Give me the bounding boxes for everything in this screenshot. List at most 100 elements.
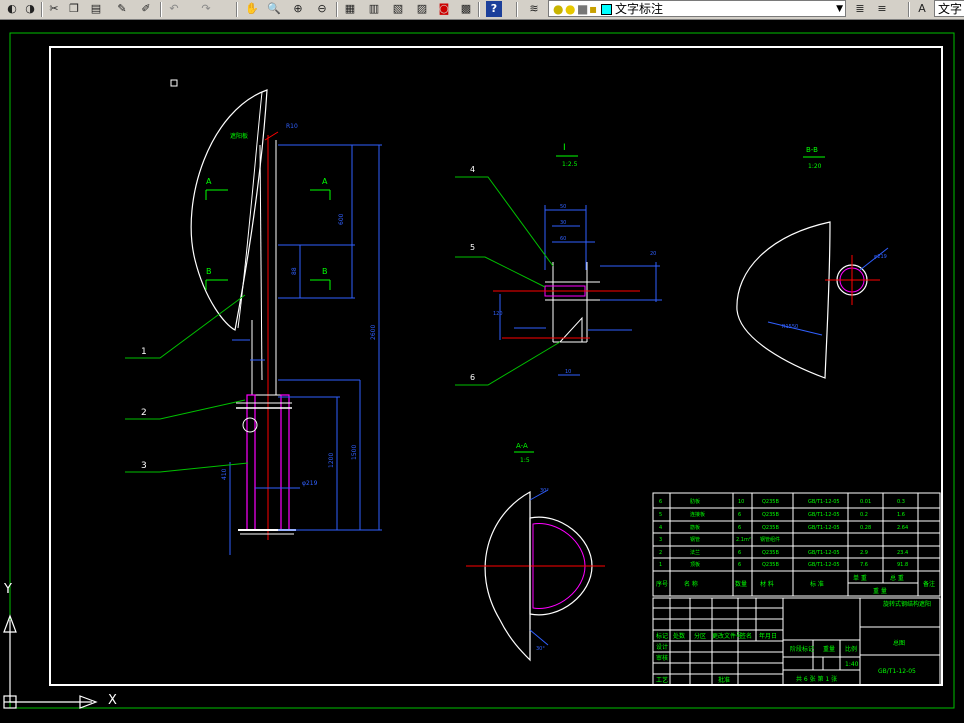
svg-text:总 重: 总 重	[890, 574, 904, 582]
svg-text:2600: 2600	[370, 325, 377, 340]
svg-text:A-A: A-A	[516, 442, 528, 450]
svg-text:法兰: 法兰	[690, 549, 700, 556]
svg-text:共 6 张 第 1 张: 共 6 张 第 1 张	[796, 675, 837, 683]
svg-text:R10: R10	[286, 123, 298, 130]
svg-text:更改文件号: 更改文件号	[712, 632, 742, 640]
markup-icon[interactable]: ◙	[436, 1, 452, 17]
svg-text:3: 3	[659, 537, 662, 543]
svg-text:2.64: 2.64	[897, 525, 908, 531]
redo-icon[interactable]: ↷	[198, 1, 214, 17]
brush-icon[interactable]: ✎	[114, 1, 130, 17]
svg-text:Q235B: Q235B	[762, 512, 779, 518]
zoom-realtime-icon[interactable]: 🔍	[266, 1, 282, 17]
model-space[interactable]: 遮阳板 600 2600 88 1500 1200 φ219 410 R10 A…	[0, 20, 964, 723]
layer-combo-value: 文字标注	[615, 2, 664, 16]
svg-text:0.2: 0.2	[860, 512, 868, 518]
svg-text:批准: 批准	[718, 676, 730, 684]
drawing-svg: 遮阳板 600 2600 88 1500 1200 φ219 410 R10 A…	[3, 32, 955, 709]
svg-text:设计: 设计	[656, 643, 668, 651]
svg-text:Q235B: Q235B	[762, 550, 779, 556]
calculator-icon[interactable]: ▩	[458, 1, 474, 17]
zoom-previous-icon[interactable]: ⊖	[314, 1, 330, 17]
layer-props-icon[interactable]: ≣	[852, 1, 868, 17]
ucs-x-label: X	[108, 693, 117, 708]
undo-icon[interactable]: ↶	[166, 1, 182, 17]
layer-prev-icon[interactable]: ≡	[874, 1, 890, 17]
svg-text:600: 600	[338, 213, 345, 225]
svg-text:分区: 分区	[694, 632, 706, 640]
svg-text:1: 1	[659, 562, 662, 568]
outer-frame	[9, 32, 955, 709]
svg-text:肋板: 肋板	[690, 498, 700, 505]
svg-text:顶板: 顶板	[690, 561, 700, 568]
bom-header: 序号 名 称 数量 材 料 标 准 单 重 总 重 备注 重 量	[656, 574, 935, 595]
svg-text:单 重: 单 重	[853, 574, 867, 582]
svg-text:4: 4	[470, 165, 475, 174]
lock-icon-2: ▪	[589, 2, 598, 16]
svg-text:阶段标记: 阶段标记	[790, 645, 814, 653]
svg-text:23.4: 23.4	[897, 550, 908, 556]
lock-icon: ■	[577, 2, 589, 16]
svg-text:GB/T1-12-05: GB/T1-12-05	[808, 550, 840, 556]
svg-text:1:20: 1:20	[808, 163, 822, 170]
color-square-icon	[601, 4, 612, 15]
section-BB: B-B 1:20 R1550 φ219	[736, 146, 889, 379]
svg-text:5: 5	[659, 512, 662, 518]
svg-text:30°: 30°	[540, 488, 549, 494]
svg-text:审核: 审核	[656, 654, 668, 662]
cut-icon[interactable]: ✂	[46, 1, 62, 17]
copy-icon[interactable]: ❐	[66, 1, 82, 17]
sheet-set-icon[interactable]: ▨	[414, 1, 430, 17]
svg-text:2.1m²: 2.1m²	[736, 537, 751, 543]
svg-text:5: 5	[470, 243, 475, 252]
svg-text:GB/T1-12-05: GB/T1-12-05	[808, 525, 840, 531]
svg-text:1500: 1500	[351, 445, 358, 460]
inner-frame	[49, 46, 943, 686]
pan-icon[interactable]: ✋	[244, 1, 260, 17]
svg-text:Q235B: Q235B	[762, 525, 779, 531]
svg-text:钢管组件: 钢管组件	[760, 536, 780, 543]
svg-text:备注: 备注	[923, 580, 935, 588]
svg-text:GB/T1-12-05: GB/T1-12-05	[808, 512, 840, 518]
design-center-icon[interactable]: ▥	[366, 1, 382, 17]
svg-text:10: 10	[738, 499, 744, 505]
chevron-down-icon[interactable]: ▼	[836, 1, 843, 18]
svg-text:1200: 1200	[328, 453, 335, 468]
layer-manager-icon[interactable]: ≋	[526, 1, 542, 17]
paste-icon[interactable]: ▤	[88, 1, 104, 17]
globe-icon[interactable]: ◐	[4, 1, 20, 17]
svg-text:GB/T1-12-05: GB/T1-12-05	[808, 499, 840, 505]
match-prop-icon[interactable]: ✐	[138, 1, 154, 17]
svg-text:7.6: 7.6	[860, 562, 868, 568]
svg-text:GB/T1-12-05: GB/T1-12-05	[878, 668, 916, 675]
standard-toolbar: ◐ ◑ ✂ ❐ ▤ ✎ ✐ ↶ ↷ ✋ 🔍 ⊕ ⊖ ▦ ▥ ▧ ▨ ◙ ▩ ? …	[0, 0, 964, 20]
svg-text:410: 410	[221, 468, 228, 480]
text-style-value: 文字	[938, 2, 963, 16]
tool-palette-icon[interactable]: ▧	[390, 1, 406, 17]
svg-text:标 准: 标 准	[810, 580, 824, 588]
svg-text:91.8: 91.8	[897, 562, 908, 568]
svg-text:A: A	[206, 177, 212, 186]
main-view: 遮阳板 600 2600 88 1500 1200 φ219 410 R10 A…	[125, 89, 382, 555]
zoom-window-icon[interactable]: ⊕	[290, 1, 306, 17]
svg-text:1: 1	[141, 347, 147, 357]
svg-text:0.3: 0.3	[897, 499, 905, 505]
svg-text:钢管: 钢管	[690, 536, 700, 543]
cursor-box	[170, 79, 178, 87]
svg-text:30: 30	[560, 220, 566, 226]
text-style-icon[interactable]: A	[914, 1, 930, 17]
svg-text:2: 2	[659, 550, 662, 556]
svg-text:R1550: R1550	[782, 324, 798, 330]
svg-text:88: 88	[291, 267, 298, 275]
sun-icon: ●	[565, 2, 576, 16]
layer-combo[interactable]: ● ● ■ ▪ 文字标注 ▼	[548, 0, 846, 17]
svg-text:50: 50	[560, 204, 566, 210]
svg-text:20: 20	[650, 251, 656, 257]
svg-text:3: 3	[141, 461, 147, 471]
properties-icon[interactable]: ▦	[342, 1, 358, 17]
globe-icon-2[interactable]: ◑	[22, 1, 38, 17]
svg-text:2.9: 2.9	[860, 550, 868, 556]
text-style-combo[interactable]: 文字	[934, 0, 964, 17]
svg-text:6: 6	[659, 499, 662, 505]
help-icon[interactable]: ?	[486, 1, 502, 17]
